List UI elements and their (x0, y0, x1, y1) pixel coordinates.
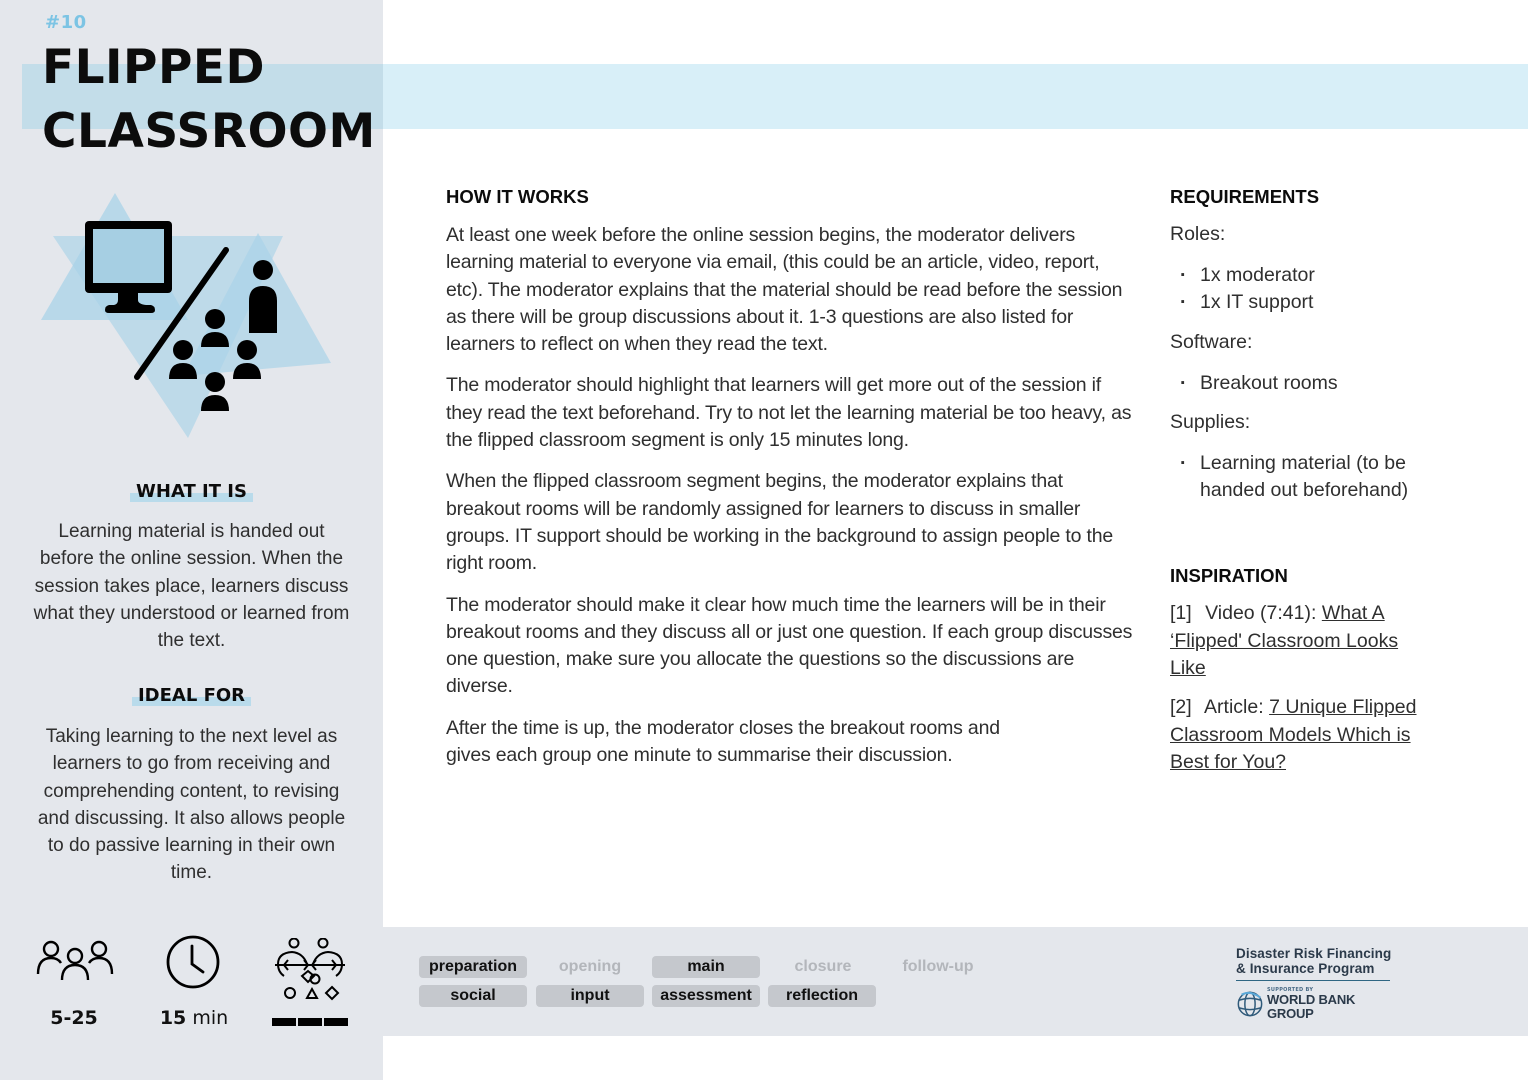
list-item: 1x moderator (1170, 262, 1470, 290)
tag-preparation[interactable]: preparation (419, 956, 527, 978)
logo-divider (1236, 980, 1390, 981)
software-label: Software: (1170, 330, 1253, 353)
world-bank-logo: SUPPORTED BY WORLD BANK GROUP (1236, 987, 1396, 1021)
ideal-for-heading: IDEAL FOR (0, 686, 383, 706)
tag-reflection[interactable]: reflection (768, 985, 876, 1007)
interaction-level-bar (272, 1018, 348, 1026)
list-item: 1x IT support (1170, 289, 1470, 317)
page-title: FLIPPED CLASSROOM (42, 36, 376, 164)
how-it-works-paragraph: At least one week before the online sess… (446, 224, 1123, 356)
drfip-logo: Disaster Risk Financing & Insurance Prog… (1236, 946, 1396, 1021)
interaction-level-segment (298, 1018, 322, 1026)
inspiration-heading: INSPIRATION (1170, 565, 1288, 587)
interaction-level-segment (272, 1018, 296, 1026)
how-it-works-section: HOW IT WORKS At least one week before th… (446, 185, 1136, 769)
tag-assessment[interactable]: assessment (652, 985, 760, 1007)
tag-follow-up[interactable]: follow-up (884, 956, 992, 978)
supplies-list: Learning material (to be handed out befo… (1170, 450, 1440, 505)
duration-value: 15 (159, 1007, 187, 1029)
inspiration-number: [1] (1170, 602, 1192, 625)
stats-row: 5-25 15 min (0, 930, 383, 1040)
ideal-for-text: Taking learning to the next level as lea… (37, 726, 346, 884)
inspiration-type: Article: (1204, 696, 1264, 719)
world-bank-group-label: WORLD BANK GROUP (1266, 992, 1356, 1021)
interaction-level-segment (324, 1018, 348, 1026)
how-it-works-paragraph: The moderator should highlight that lear… (446, 374, 1132, 452)
tag-input[interactable]: input (536, 985, 644, 1007)
what-it-is-heading: WHAT IT IS (0, 482, 383, 502)
tag-social[interactable]: social (419, 985, 527, 1007)
title-line-1: FLIPPED (42, 40, 266, 95)
tag-opening[interactable]: opening (536, 956, 644, 978)
what-it-is-text: Learning material is handed out before t… (33, 521, 350, 652)
how-it-works-paragraph: When the flipped classroom segment begin… (446, 470, 1113, 575)
requirements-heading: REQUIREMENTS (1170, 186, 1320, 207)
duration: 15 min (148, 1007, 240, 1029)
globe-icon (1237, 991, 1263, 1017)
group-size-value: 5-25 (50, 1007, 98, 1029)
card-number: #10 (45, 12, 87, 33)
roles-list: 1x moderator 1x IT support (1170, 262, 1470, 317)
list-item: Learning material (to be handed out befo… (1170, 450, 1440, 505)
software-list: Breakout rooms (1170, 370, 1470, 398)
interaction-icon (275, 938, 345, 1001)
logo-line-1: Disaster Risk Financing (1236, 946, 1392, 961)
flipped-classroom-illustration (41, 193, 331, 438)
title-line-2: CLASSROOM (42, 104, 376, 159)
how-it-works-paragraph: The moderator should make it clear how m… (446, 593, 1133, 698)
tag-closure[interactable]: closure (769, 956, 877, 978)
supplies-label: Supplies: (1170, 410, 1251, 433)
how-it-works-paragraph: After the time is up, the moderator clos… (446, 716, 1000, 767)
clock-icon (166, 935, 220, 989)
inspiration-item: [1] Video (7:41): What A ‘Flipped' Class… (1170, 600, 1420, 682)
how-it-works-heading: HOW IT WORKS (446, 186, 589, 207)
list-item: Breakout rooms (1170, 370, 1470, 398)
requirements-section: REQUIREMENTS Roles: 1x moderator 1x IT s… (1170, 185, 1470, 776)
group-icon (36, 940, 114, 980)
inspiration-item: [2] Article: 7 Unique Flipped Classroom … (1170, 694, 1435, 776)
presenter-icon (249, 260, 277, 333)
inspiration-type: Video (7:41): (1205, 602, 1317, 625)
logo-line-2: & Insurance Program (1236, 961, 1375, 976)
tag-main[interactable]: main (652, 956, 760, 978)
inspiration-number: [2] (1170, 696, 1192, 719)
roles-label: Roles: (1170, 223, 1226, 245)
duration-unit: min (192, 1007, 229, 1029)
